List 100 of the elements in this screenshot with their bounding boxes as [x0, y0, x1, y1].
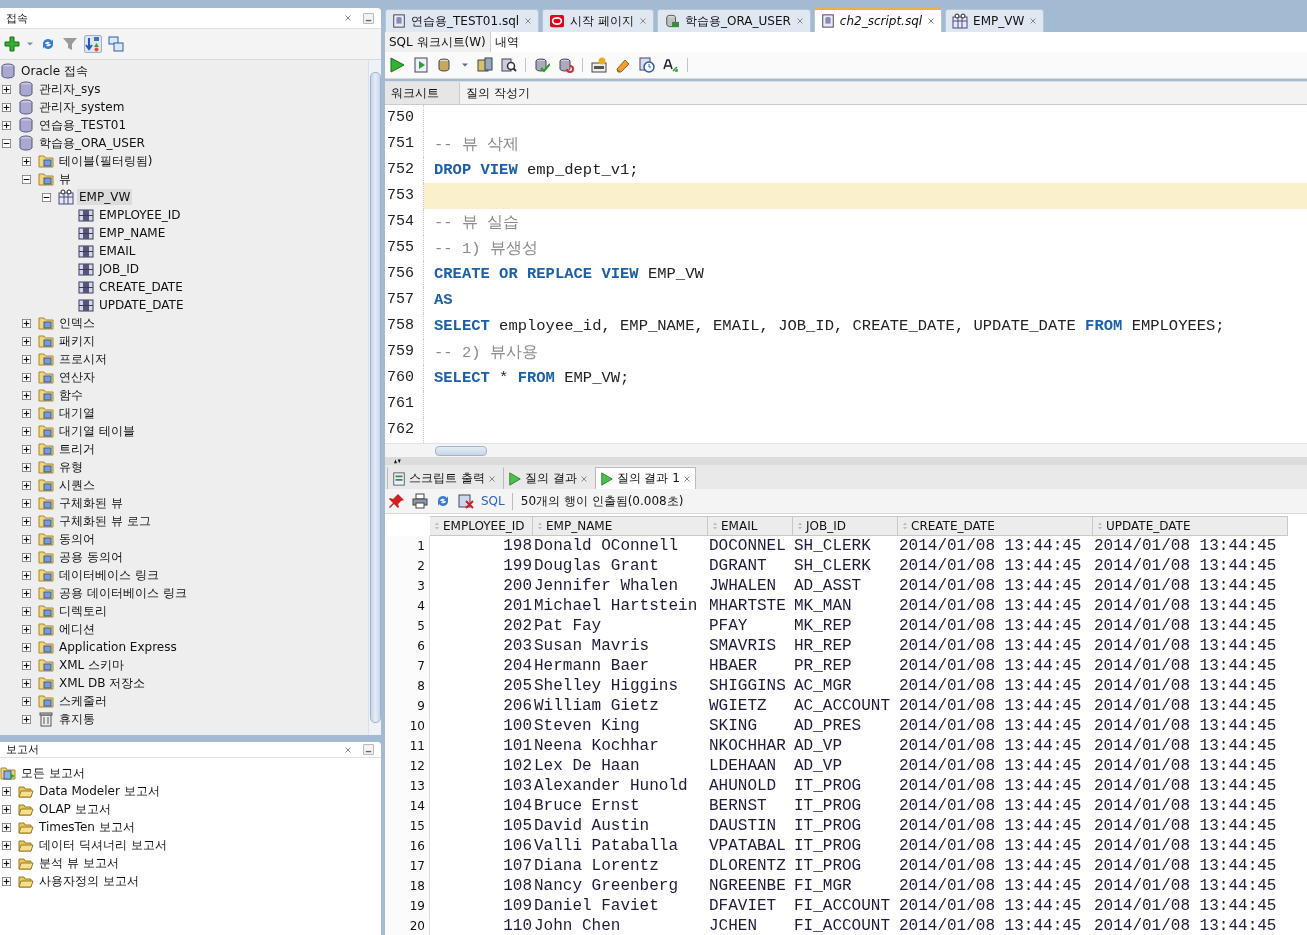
play-icon[interactable] [389, 57, 405, 73]
tree-item[interactable]: Oracle 접속 [19, 61, 90, 81]
tree-item[interactable]: 대기열 [57, 403, 97, 423]
tree-item[interactable]: Data Modeler 보고서 [37, 781, 162, 801]
tree-item[interactable]: UPDATE_DATE [97, 297, 186, 313]
tree-item[interactable]: XML 스키마 [57, 655, 127, 675]
pin-icon[interactable] [389, 493, 405, 509]
column-header[interactable]: JOB_ID [793, 516, 898, 536]
tree-item[interactable]: 동의어 [57, 529, 97, 549]
tree-item[interactable]: 함수 [57, 385, 85, 405]
tree-item[interactable]: 구체화된 뷰 로그 [57, 511, 153, 531]
tree-item[interactable]: EMAIL [97, 243, 138, 259]
database-icon[interactable] [477, 57, 493, 73]
worksheet-tab[interactable]: SQL 워크시트(W) [385, 32, 491, 52]
search-icon[interactable] [501, 57, 517, 73]
tree-item[interactable]: 구체화된 뷰 [57, 493, 125, 513]
expand-icon[interactable] [22, 606, 31, 616]
tree-item[interactable]: 패키지 [57, 331, 97, 351]
sql-link[interactable]: SQL [481, 494, 505, 508]
tree-item[interactable]: EMP_NAME [97, 225, 168, 241]
expand-icon[interactable] [22, 588, 31, 598]
tree-item[interactable]: 유형 [57, 457, 85, 477]
column-header[interactable]: CREATE_DATE [898, 516, 1093, 536]
expand-icon[interactable] [22, 390, 31, 400]
tree-item[interactable]: OLAP 보고서 [37, 799, 113, 819]
expand-icon[interactable] [22, 696, 31, 706]
tree-item[interactable]: 데이터베이스 링크 [57, 565, 161, 585]
collapse-icon[interactable] [22, 174, 31, 184]
tree-item[interactable]: 트리거 [57, 439, 97, 459]
refresh-icon[interactable] [435, 493, 451, 509]
tree-item[interactable]: 대기열 테이블 [57, 421, 137, 441]
expand-icon[interactable] [22, 624, 31, 634]
editor-tab[interactable]: 학습용_ORA_USER [657, 9, 811, 32]
expand-icon[interactable] [22, 534, 31, 544]
clock-icon[interactable] [639, 57, 655, 73]
tree-item[interactable]: XML DB 저장소 [57, 673, 148, 693]
expand-icon[interactable] [22, 642, 31, 652]
expand-icon[interactable] [22, 408, 31, 418]
expand-icon[interactable] [2, 876, 11, 886]
close-icon[interactable] [344, 14, 352, 22]
expand-icon[interactable] [2, 822, 11, 832]
expand-icon[interactable] [2, 840, 11, 850]
tree-item[interactable]: 관리자_system [37, 97, 127, 117]
caret-icon[interactable] [26, 40, 34, 48]
expand-icon[interactable] [2, 786, 11, 796]
expand-icon[interactable] [2, 858, 11, 868]
expand-icon[interactable] [2, 102, 11, 112]
sort-icon[interactable] [85, 36, 101, 52]
column-header[interactable]: UPDATE_DATE [1093, 516, 1288, 536]
tree-item[interactable]: EMP_VW [77, 189, 133, 205]
expand-icon[interactable] [22, 354, 31, 364]
tree-item[interactable]: 사용자정의 보고서 [37, 871, 141, 891]
tree-item[interactable]: 휴지통 [57, 709, 97, 729]
collapse-icon[interactable] [42, 192, 51, 202]
caret-icon[interactable] [461, 61, 469, 69]
minimize-icon[interactable] [362, 12, 374, 24]
tree-item[interactable]: 공용 동의어 [57, 547, 125, 567]
tree-item[interactable]: 디렉토리 [57, 601, 109, 621]
expand-icon[interactable] [2, 84, 11, 94]
tree-item[interactable]: EMPLOYEE_ID [97, 207, 183, 223]
document-icon[interactable] [413, 57, 429, 73]
expand-icon[interactable] [2, 804, 11, 814]
tree-item[interactable]: TimesTen 보고서 [37, 817, 137, 837]
add-icon[interactable] [4, 36, 20, 52]
close-icon[interactable] [487, 474, 496, 483]
scrollbar[interactable] [368, 60, 381, 735]
tree-item[interactable]: 모든 보고서 [19, 763, 87, 783]
tree-item[interactable]: 인덱스 [57, 313, 97, 333]
tree-item[interactable]: 데이터 딕셔너리 보고서 [37, 835, 169, 855]
minimize-icon[interactable] [362, 744, 374, 755]
close-icon[interactable] [927, 17, 936, 25]
tree-item[interactable]: 연산자 [57, 367, 97, 387]
expand-icon[interactable] [22, 714, 31, 724]
tree-item[interactable]: 연습용_TEST01 [37, 115, 129, 135]
result-tab[interactable]: 질의 결과 1 [594, 467, 696, 489]
tree-item[interactable]: 에디션 [57, 619, 97, 639]
editor-tab[interactable]: 연습용_TEST01.sql [385, 9, 540, 32]
eraser-icon[interactable] [615, 57, 631, 73]
collapse-icon[interactable] [2, 138, 11, 148]
expand-icon[interactable] [22, 660, 31, 670]
close-icon[interactable] [579, 474, 588, 483]
expand-icon[interactable] [22, 462, 31, 472]
expand-icon[interactable] [22, 516, 31, 526]
column-header[interactable]: EMPLOYEE_ID [430, 516, 533, 536]
tree-item[interactable]: 테이블(필터링됨) [57, 151, 155, 171]
expand-icon[interactable] [22, 552, 31, 562]
tree-item[interactable]: 관리자_sys [37, 79, 103, 99]
close-icon[interactable] [1029, 17, 1038, 25]
database-icon[interactable] [437, 57, 453, 73]
print-icon[interactable] [412, 493, 428, 509]
expand-icon[interactable] [22, 372, 31, 382]
commit-icon[interactable] [534, 57, 550, 73]
close-icon[interactable] [639, 17, 647, 25]
close-icon[interactable] [524, 17, 533, 25]
editor-tab[interactable]: EMP_VW [945, 9, 1045, 32]
close-icon[interactable] [344, 745, 352, 754]
sql-icon[interactable] [591, 57, 607, 73]
tree-item[interactable]: 분석 뷰 보고서 [37, 853, 121, 873]
rollback-icon[interactable] [558, 57, 574, 73]
tree-item[interactable]: CREATE_DATE [97, 279, 185, 295]
